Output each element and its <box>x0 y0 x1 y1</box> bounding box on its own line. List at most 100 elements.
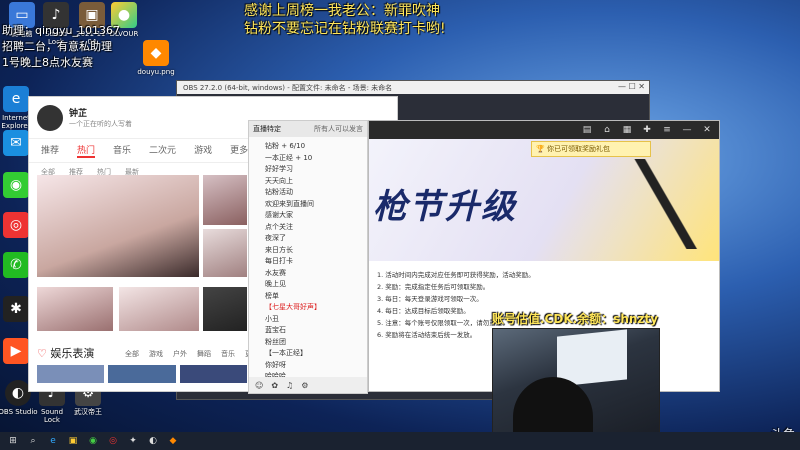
chat-header-label[interactable]: 直播特定 <box>253 124 281 134</box>
home-icon[interactable]: ⌂ <box>601 124 613 136</box>
app-icon: ✉ <box>3 130 29 156</box>
edge-icon[interactable]: e <box>46 435 60 447</box>
chat-message-row[interactable]: 点个关注 <box>249 222 367 234</box>
close-icon[interactable]: ✕ <box>701 124 713 136</box>
chat-panel[interactable]: 直播特定 所有人可以发言 钻粉 + 6/10 一本正经 + 10 好好学习 天天向上钻… <box>248 120 368 394</box>
obs-controls: — ☐ ✕ <box>618 82 645 91</box>
chat-list: 钻粉 + 6/10 一本正经 + 10 好好学习 天天向上 钻粉活动 欢迎来到直播间 感谢大… <box>249 137 367 394</box>
reward-badge[interactable]: 🏆 你已可领取奖励礼包 <box>531 141 651 157</box>
chat-message-row[interactable]: 来日方长 <box>249 245 367 257</box>
thumbnail[interactable] <box>37 365 105 383</box>
chat-header: 直播特定 所有人可以发言 <box>249 121 367 137</box>
avatar[interactable] <box>37 104 63 131</box>
section-title: 娱乐表演 <box>50 347 95 360</box>
desktop-icon-douyu[interactable]: ◆ douyu.png <box>136 40 176 76</box>
douyu-icon: ◆ <box>143 40 169 66</box>
gift-icon[interactable]: ✿ <box>271 381 278 390</box>
douyu-icon[interactable]: ◆ <box>166 435 180 447</box>
mic-icon[interactable]: ♫ <box>286 381 293 390</box>
chat-message-row[interactable]: 欢迎来到直播间 <box>249 199 367 211</box>
music-subtitle: 一个正在听的人写着 <box>69 120 132 128</box>
tab-hot[interactable]: 热门 <box>77 143 96 158</box>
section-tag[interactable]: 音乐 <box>221 349 235 359</box>
rule-line: 2. 奖励：完成指定任务后可领取奖励。 <box>377 283 490 291</box>
thumbnail[interactable] <box>203 287 247 331</box>
chat-message-row[interactable]: 感谢大家 <box>249 210 367 222</box>
overlay-left-line2: 招聘二台，有意私助理 <box>2 40 112 53</box>
thumbnail[interactable] <box>203 229 247 277</box>
desktop-icon-label: douyu.png <box>137 68 175 76</box>
section-heading: ♡ 娱乐表演 <box>37 345 94 361</box>
search-icon[interactable]: ⌕ <box>26 435 40 447</box>
netease-icon: ◎ <box>3 212 29 238</box>
thumbnail[interactable] <box>203 175 247 225</box>
menu-icon[interactable]: ≡ <box>661 124 673 136</box>
settings-icon[interactable]: ⚙ <box>301 381 308 390</box>
chat-message-row[interactable]: 一本正经 + 10 <box>249 153 367 165</box>
chat-toolbar: ☺ ✿ ♫ ⚙ <box>249 377 367 393</box>
overlay-top-line2: 钻粉不要忘记在钻粉联赛打卡哟! <box>244 21 446 37</box>
section-tag[interactable]: 舞蹈 <box>197 349 211 359</box>
tab-anime[interactable]: 二次元 <box>149 143 176 158</box>
app-icon: ▶ <box>3 338 29 364</box>
taskbar: ⊞ ⌕ e ▣ ◉ ◎ ✦ ◐ ◆ <box>0 432 800 450</box>
rule-line: 3. 每日：每天登录游戏可领取一次。 <box>377 295 483 303</box>
tab-more[interactable]: 更多 <box>230 143 248 158</box>
chat-header-right: 所有人可以发言 <box>314 125 363 133</box>
featured-thumbnail[interactable] <box>37 175 199 277</box>
minimize-icon[interactable]: — <box>681 124 693 136</box>
thumbnail[interactable] <box>179 365 247 383</box>
chat-message-row[interactable]: 榜单 <box>249 291 367 303</box>
section-tag[interactable]: 户外 <box>173 349 187 359</box>
emoji-icon[interactable]: ☺ <box>255 381 263 390</box>
windows-icon[interactable]: ⊞ <box>6 435 20 447</box>
desktop-icon-label: 武汉帝王 <box>74 408 102 416</box>
person-shape <box>513 377 593 437</box>
chat-message-row[interactable]: 夜深了 <box>249 233 367 245</box>
chat-message-row[interactable]: 水友赛 <box>249 268 367 280</box>
app-icon[interactable]: ✦ <box>126 435 140 447</box>
chat-message-row[interactable]: 每日打卡 <box>249 256 367 268</box>
folder-icon[interactable]: ▣ <box>66 435 80 447</box>
gamepad-icon[interactable]: ✚ <box>641 124 653 136</box>
thumbnail[interactable] <box>108 365 176 383</box>
chat-message-row[interactable]: 天天向上 <box>249 176 367 188</box>
netease-icon[interactable]: ◎ <box>106 435 120 447</box>
obs-icon[interactable]: ◐ <box>146 435 160 447</box>
chat-message-row[interactable]: 【七星大哥好声】 <box>249 302 367 314</box>
thumbnail[interactable] <box>37 287 113 331</box>
rule-line: 1. 活动时间内完成对应任务即可获得奖励，活动奖励。 <box>377 271 535 279</box>
overlay-left-line1: 助理：qingyu_101367 <box>2 24 120 37</box>
obs-title-bar[interactable]: OBS 27.2.0 (64-bit, windows) - 配置文件: 未命名… <box>177 81 649 94</box>
chat-message-row[interactable]: 蓝宝石 <box>249 325 367 337</box>
tab-game[interactable]: 游戏 <box>194 143 212 158</box>
reward-text: 你已可领取奖励礼包 <box>546 145 610 153</box>
heart-icon: ♡ <box>37 347 47 360</box>
tab-recommend[interactable]: 推荐 <box>41 143 59 158</box>
chat-message-row[interactable]: 好好学习 <box>249 164 367 176</box>
section-tag[interactable]: 全部 <box>125 349 139 359</box>
monitor-shape <box>557 329 627 387</box>
desktop-icon-label: Sound Lock <box>40 408 64 424</box>
chat-message-row[interactable]: 钻粉活动 <box>249 187 367 199</box>
chrome-icon[interactable]: ◉ <box>86 435 100 447</box>
banner-title: 枪节升级 <box>373 187 517 227</box>
game-top-bar: ▤ ⌂ ▦ ✚ ≡ — ✕ <box>369 121 719 139</box>
chat-message-row[interactable]: 小丑 <box>249 314 367 326</box>
chat-message-row[interactable]: 你好呀 <box>249 360 367 372</box>
grid-icon[interactable]: ▦ <box>621 124 633 136</box>
game-banner[interactable]: 🏆 你已可领取奖励礼包 枪节升级 <box>369 139 719 261</box>
app-icon: ✱ <box>3 296 29 322</box>
thumbnail[interactable] <box>119 287 199 331</box>
chat-message-row[interactable]: 晚上见 <box>249 279 367 291</box>
overlay-left-line3: 1号晚上8点水友赛 <box>2 56 93 69</box>
tab-music[interactable]: 音乐 <box>113 143 131 158</box>
chat-message-row[interactable]: 钻粉 + 6/10 <box>249 141 367 153</box>
overlay-top-line1: 感谢上周榜一我老公：新罪吹神 <box>244 3 440 19</box>
news-icon[interactable]: ▤ <box>581 124 593 136</box>
gun-illustration <box>633 159 713 249</box>
ie-icon: e <box>3 86 29 112</box>
chat-message-row[interactable]: 【一本正经】 <box>249 348 367 360</box>
section-tag[interactable]: 游戏 <box>149 349 163 359</box>
chat-message-row[interactable]: 粉丝团 <box>249 337 367 349</box>
